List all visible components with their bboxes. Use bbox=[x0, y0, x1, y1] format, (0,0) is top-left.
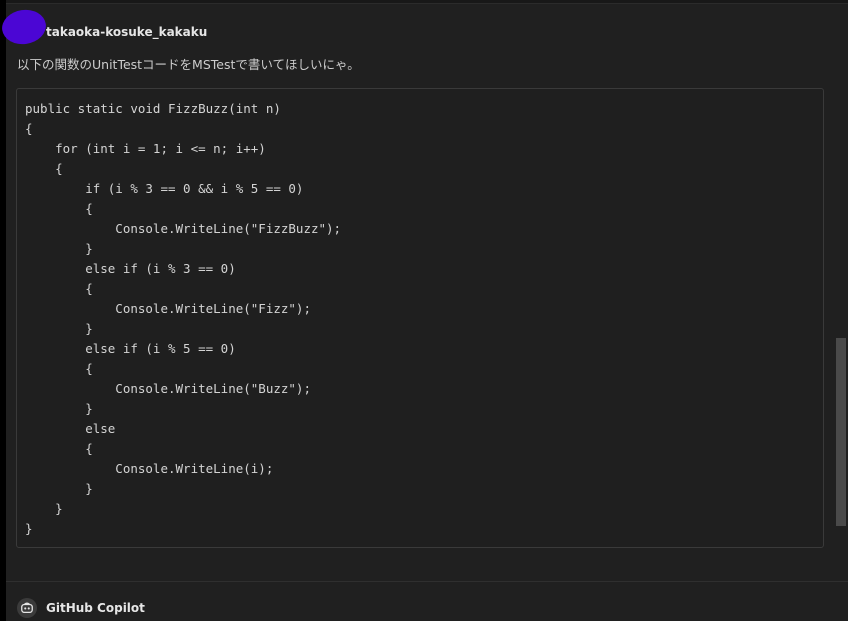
user-avatar bbox=[0, 7, 49, 47]
scrollbar-track[interactable] bbox=[834, 4, 848, 621]
code-content: public static void FizzBuzz(int n) { for… bbox=[25, 101, 342, 536]
scrollbar-thumb[interactable] bbox=[836, 338, 846, 526]
top-border bbox=[6, 0, 848, 4]
left-edge-bar bbox=[0, 0, 6, 621]
copilot-icon bbox=[17, 598, 37, 618]
message-divider bbox=[6, 581, 848, 582]
assistant-name: GitHub Copilot bbox=[46, 601, 145, 615]
assistant-header: GitHub Copilot bbox=[17, 598, 145, 618]
code-block[interactable]: public static void FizzBuzz(int n) { for… bbox=[16, 88, 824, 548]
user-message: 以下の関数のUnitTestコードをMSTestで書いてほしいにゃ。 bbox=[17, 57, 360, 72]
user-name: takaoka-kosuke_kakaku bbox=[46, 25, 208, 39]
